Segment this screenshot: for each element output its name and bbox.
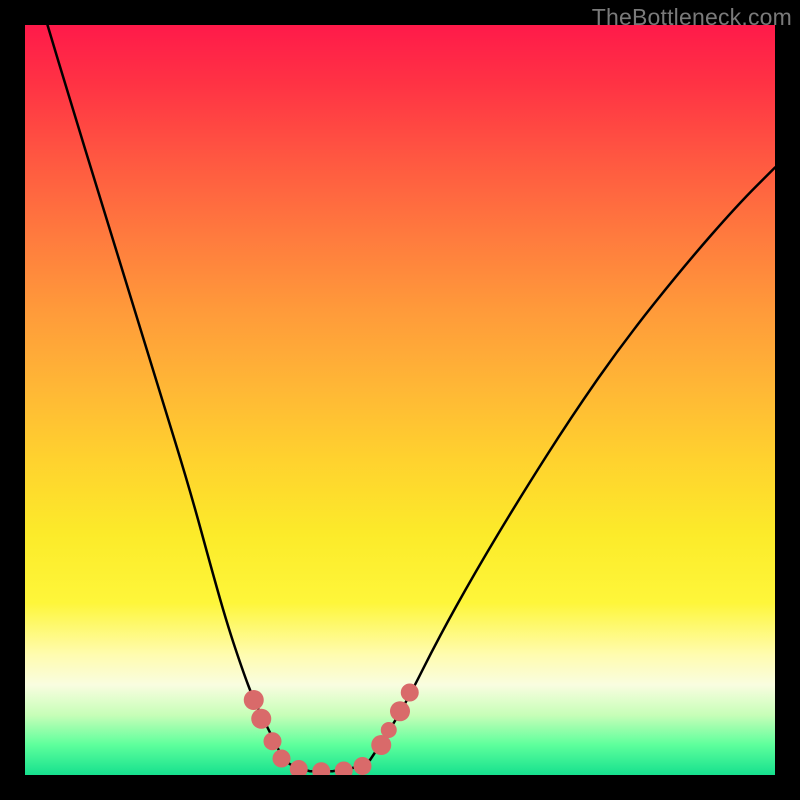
data-marker xyxy=(381,722,397,738)
data-marker xyxy=(354,757,372,775)
watermark-text: TheBottleneck.com xyxy=(592,4,792,31)
data-marker xyxy=(371,735,391,755)
chart-overlay xyxy=(25,25,775,775)
data-marker xyxy=(264,732,282,750)
data-marker xyxy=(312,762,330,775)
data-marker xyxy=(251,709,271,729)
marker-group xyxy=(244,684,419,776)
data-marker xyxy=(390,701,410,721)
data-marker xyxy=(273,750,291,768)
curve-left xyxy=(48,25,284,760)
data-marker xyxy=(401,684,419,702)
data-marker xyxy=(290,760,308,775)
data-marker xyxy=(335,762,353,776)
data-marker xyxy=(244,690,264,710)
curve-right xyxy=(370,168,775,761)
